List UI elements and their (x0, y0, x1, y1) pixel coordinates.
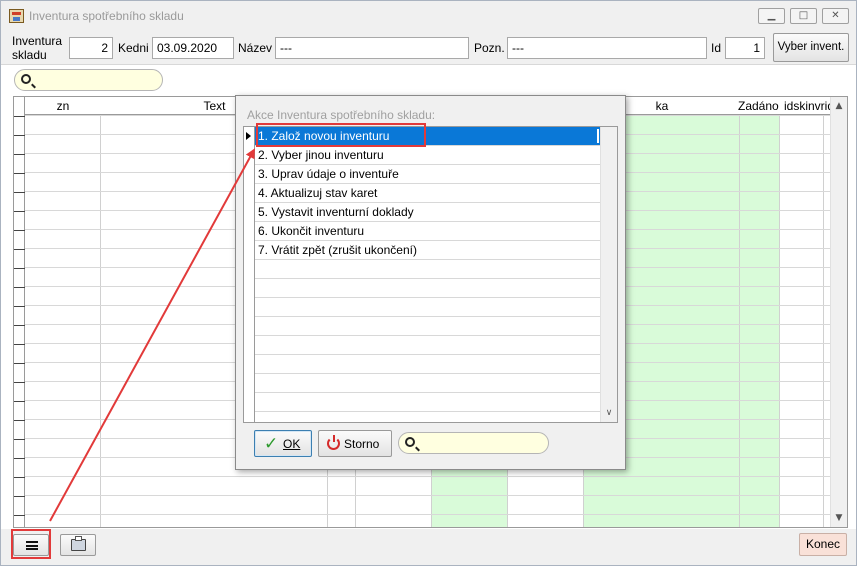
annotation-arrow (49, 148, 255, 522)
